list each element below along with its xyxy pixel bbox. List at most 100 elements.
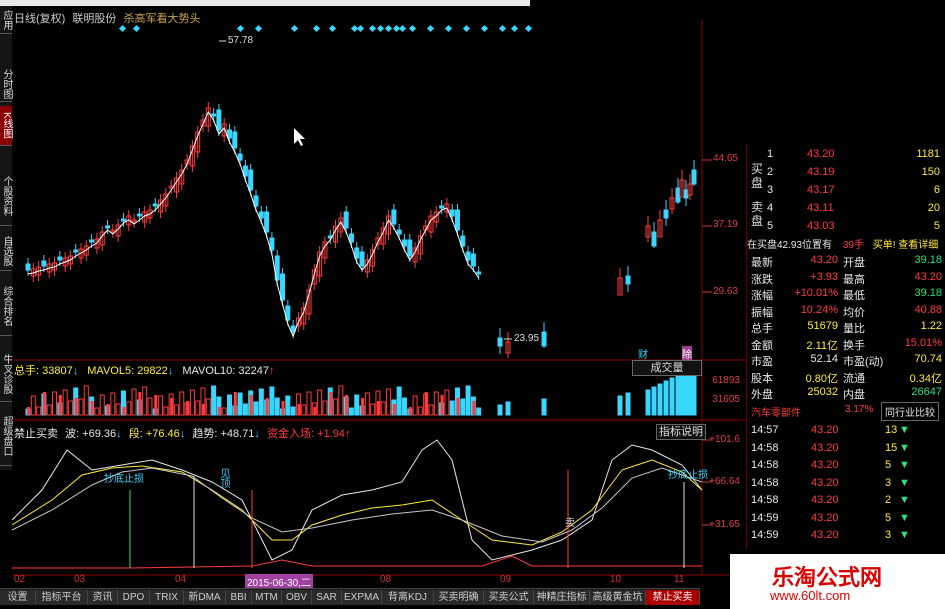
signal-label: 抄底止损 <box>104 474 144 485</box>
indicator-help-button[interactable]: 指标说明 <box>656 424 706 440</box>
tab-trix[interactable]: TRIX <box>150 590 184 605</box>
volume-bar-up <box>122 407 126 415</box>
volume-bar <box>189 389 195 416</box>
side-tab-minute-chart[interactable]: 分时图 <box>0 66 12 102</box>
volume-bar-up <box>408 407 412 415</box>
tab-sar[interactable]: SAR <box>312 590 342 605</box>
volume-bar <box>645 389 651 416</box>
level-price: 43.03 <box>807 220 835 232</box>
cursor-icon <box>294 128 305 146</box>
tick-row: 14:59 43.20 3 ▼ <box>751 529 910 541</box>
view-detail-link[interactable]: 买单! 查看详细 <box>873 240 939 251</box>
volume-selector-button[interactable]: 成交量 <box>632 360 702 376</box>
tab-news[interactable]: 资讯 <box>88 590 118 605</box>
volume-bar <box>211 385 217 416</box>
tick-row: 14:57 43.20 13 ▼ <box>751 424 910 436</box>
candle-body <box>211 113 217 117</box>
volume-bar <box>285 395 291 416</box>
signal-diamond <box>356 24 365 33</box>
bid-level-row[interactable]: 2 43.19 150 <box>747 164 945 180</box>
bid-level-row[interactable]: 4 43.11 20 <box>747 200 945 216</box>
bid-level-row[interactable]: 1 43.20 1181 <box>747 146 945 162</box>
watermark: 乐淘公式网 www.60lt.com <box>730 554 945 609</box>
volume-bar <box>675 374 681 416</box>
bid-level-row[interactable]: 3 43.17 6 <box>747 182 945 198</box>
signal-diamond-row <box>118 24 533 33</box>
candle-body <box>226 129 232 139</box>
tab-divergence-kdj[interactable]: 背离KDJ <box>382 590 434 605</box>
signal-diamond <box>462 24 471 33</box>
tab-gold-pit[interactable]: 高级黄金坑 <box>590 590 646 605</box>
volume-bar <box>78 398 84 416</box>
candle-body <box>105 225 111 229</box>
volume-bar-up <box>440 395 444 415</box>
candle-body <box>541 331 547 347</box>
volume-bar <box>179 391 185 416</box>
tab-new-dma[interactable]: 新DMA <box>184 590 226 605</box>
side-tab-profile[interactable]: 个股资料 <box>0 166 12 226</box>
level-volume: 150 <box>921 166 940 178</box>
volume-bar <box>428 404 434 416</box>
volume-bar <box>306 391 312 416</box>
summary-count: 39手 <box>842 240 864 251</box>
tab-trade-clear[interactable]: 买卖明确 <box>434 590 484 605</box>
volume-bar <box>242 403 248 416</box>
dividend-badge[interactable]: 除 <box>682 346 692 361</box>
stat-row: 最新 43.20 开盘 39.18 <box>751 254 942 269</box>
tab-bbi[interactable]: BBI <box>226 590 252 605</box>
side-tab-kline[interactable]: K线图 <box>0 106 12 146</box>
volume-bar-up <box>329 392 333 415</box>
moving-average-line <box>27 110 480 338</box>
stock-terminal-window: 应用 分时图 K线图 个股资料 自选股 综合排名 牛叉诊股 超级盘口 日线(复权… <box>0 0 945 609</box>
side-tab-order-book[interactable]: 超级盘口 <box>0 406 12 466</box>
volume-header: 总手: 33807↓ MAVOL5: 29822↓ MAVOL10: 32247… <box>14 365 275 377</box>
candle-body <box>248 169 254 191</box>
volume-bar-up <box>392 404 396 415</box>
signal-diamond <box>312 24 321 33</box>
volume-bar <box>221 407 227 416</box>
volume-bar <box>274 397 280 416</box>
tab-mtm[interactable]: MTM <box>252 590 282 605</box>
side-tab-watchlist[interactable]: 自选股 <box>0 231 12 271</box>
signal-diamond <box>254 24 263 33</box>
side-tab-diagnosis[interactable]: 牛叉诊股 <box>0 346 12 402</box>
ind-name: 禁止买卖 <box>14 428 58 440</box>
finance-badge[interactable]: 财 <box>638 346 648 361</box>
volume-bar <box>126 401 132 416</box>
compare-button[interactable]: 同行业比较 <box>881 402 939 421</box>
vol-ma10: MAVOL10: 32247 <box>182 365 269 377</box>
industry-name[interactable]: 汽车零部件 <box>751 404 801 419</box>
level-price: 43.17 <box>807 184 835 196</box>
volume-bar <box>401 397 407 416</box>
tab-no-trade[interactable]: 禁止买卖 <box>646 590 700 605</box>
indicator-tab-bar: 设置 指标平台 资讯 DPO TRIX 新DMA BBI MTM OBV SAR… <box>0 588 700 605</box>
tab-obv[interactable]: OBV <box>282 590 312 605</box>
kline-chart[interactable] <box>12 20 746 590</box>
level-num: 1 <box>767 148 774 160</box>
candle-body <box>25 263 31 271</box>
tick-row: 14:59 43.20 5 ▼ <box>751 511 910 524</box>
candle-body <box>476 271 482 275</box>
tab-expma[interactable]: EXPMA <box>342 590 382 605</box>
signal-diamond <box>236 24 245 33</box>
side-tab-app[interactable]: 应用 <box>0 6 12 34</box>
volume-bar <box>115 403 121 416</box>
stat-row: 涨跌 +3.93 最高 43.20 <box>751 270 942 286</box>
tab-trade-formula[interactable]: 买卖公式 <box>484 590 534 605</box>
vol-axis-label: 31605 <box>712 394 740 405</box>
ind-fund: 资金入场: +1.94 <box>266 428 345 440</box>
volume-bar <box>669 377 675 416</box>
volume-bar <box>67 400 73 416</box>
ind-trend: 趋势: +48.71 <box>192 428 255 440</box>
candle-body <box>683 189 689 199</box>
candle-body <box>396 229 402 235</box>
tab-dpo[interactable]: DPO <box>118 590 150 605</box>
bid-level-row[interactable]: 5 43.03 5 <box>747 218 945 234</box>
tab-indicator-platform[interactable]: 指标平台 <box>36 590 88 605</box>
order-book-panel: 买盘 卖盘 1 43.20 1181 2 43.19 150 3 43.17 6 4 43.11 20… <box>746 144 945 549</box>
tab-settings[interactable]: 设置 <box>0 590 36 605</box>
volume-bar-up <box>424 392 428 415</box>
ind-duan: 段: +76.46 <box>128 428 180 440</box>
tab-dealer-indicator[interactable]: 神精庄指标 <box>534 590 590 605</box>
side-tab-ranking[interactable]: 综合排名 <box>0 276 12 336</box>
